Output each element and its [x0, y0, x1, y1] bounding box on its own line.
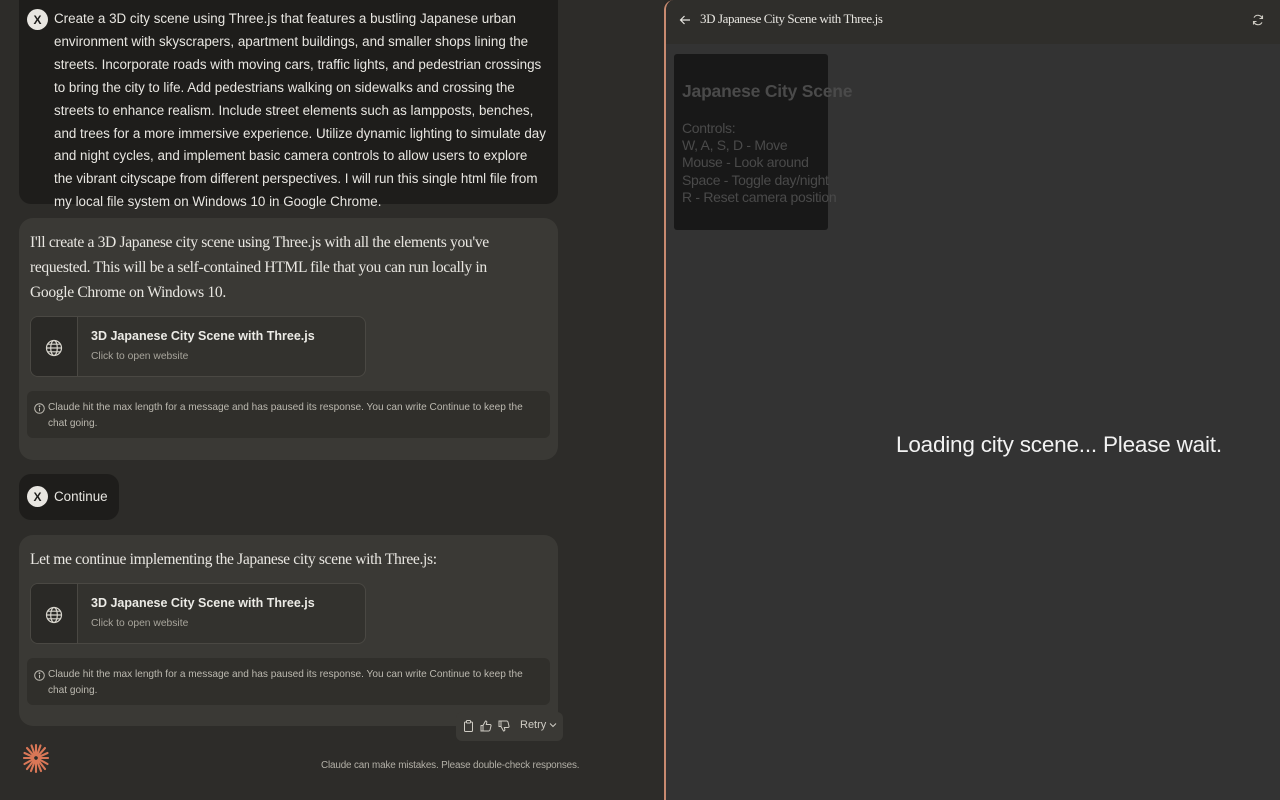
claude-logo-icon — [22, 742, 50, 774]
globe-icon — [31, 584, 78, 643]
artifact-header: 3D Japanese City Scene with Three.js — [666, 0, 1280, 44]
chat-pane: X Create a 3D city scene using Three.js … — [0, 0, 664, 800]
retry-label: Retry — [520, 719, 547, 731]
max-length-notice: Claude hit the max length for a message … — [27, 391, 550, 438]
user-message: X Create a 3D city scene using Three.js … — [19, 0, 558, 209]
artifact-card[interactable]: 3D Japanese City Scene with Three.js Cli… — [30, 583, 366, 644]
loading-text: Loading city scene... Please wait. — [896, 432, 1222, 457]
info-icon — [34, 668, 45, 686]
artifact-pane: 3D Japanese City Scene with Three.js Jap… — [664, 0, 1280, 800]
artifact-preview[interactable]: Japanese City Scene Controls: W, A, S, D… — [666, 44, 1280, 800]
notice-text: Claude hit the max length for a message … — [48, 669, 523, 696]
message-actions: Retry — [456, 712, 563, 741]
user-avatar: X — [27, 486, 48, 507]
back-arrow-icon[interactable] — [679, 13, 693, 27]
controls-line: W, A, S, D - Move — [682, 137, 788, 153]
assistant-message-text: I'll create a 3D Japanese city scene usi… — [30, 234, 489, 301]
artifact-card-subtitle: Click to open website — [91, 351, 189, 362]
controls-title: Japanese City Scene — [682, 81, 853, 101]
user-message: X Continue — [19, 474, 119, 520]
assistant-message: Let me continue implementing the Japanes… — [19, 535, 558, 726]
chevron-down-icon — [549, 723, 557, 728]
copy-icon[interactable] — [461, 719, 475, 733]
controls-line: R - Reset camera position — [682, 189, 837, 205]
refresh-icon[interactable] — [1252, 13, 1266, 27]
thumbs-down-icon[interactable] — [497, 719, 511, 733]
user-message-text: Create a 3D city scene using Three.js th… — [54, 11, 546, 210]
retry-button[interactable]: Retry — [520, 719, 557, 731]
max-length-notice: Claude hit the max length for a message … — [27, 658, 550, 705]
artifact-card-subtitle: Click to open website — [91, 618, 189, 629]
disclaimer-text: Claude can make mistakes. Please double-… — [321, 760, 580, 771]
user-avatar: X — [27, 9, 48, 30]
artifact-card[interactable]: 3D Japanese City Scene with Three.js Cli… — [30, 316, 366, 377]
controls-panel: Japanese City Scene Controls: W, A, S, D… — [674, 54, 853, 230]
thumbs-up-icon[interactable] — [479, 719, 493, 733]
artifact-card-title: 3D Japanese City Scene with Three.js — [91, 329, 315, 343]
info-icon — [34, 401, 45, 419]
controls-line: Controls: — [682, 120, 736, 136]
user-message-text: Continue — [54, 489, 108, 504]
notice-text: Claude hit the max length for a message … — [48, 402, 523, 429]
assistant-message-text: Let me continue implementing the Japanes… — [30, 551, 437, 568]
assistant-message: I'll create a 3D Japanese city scene usi… — [19, 218, 558, 460]
controls-line: Space - Toggle day/night — [682, 172, 829, 188]
globe-icon — [31, 317, 78, 376]
artifact-title: 3D Japanese City Scene with Three.js — [700, 11, 883, 26]
controls-line: Mouse - Look around — [682, 154, 809, 170]
artifact-card-title: 3D Japanese City Scene with Three.js — [91, 596, 315, 610]
